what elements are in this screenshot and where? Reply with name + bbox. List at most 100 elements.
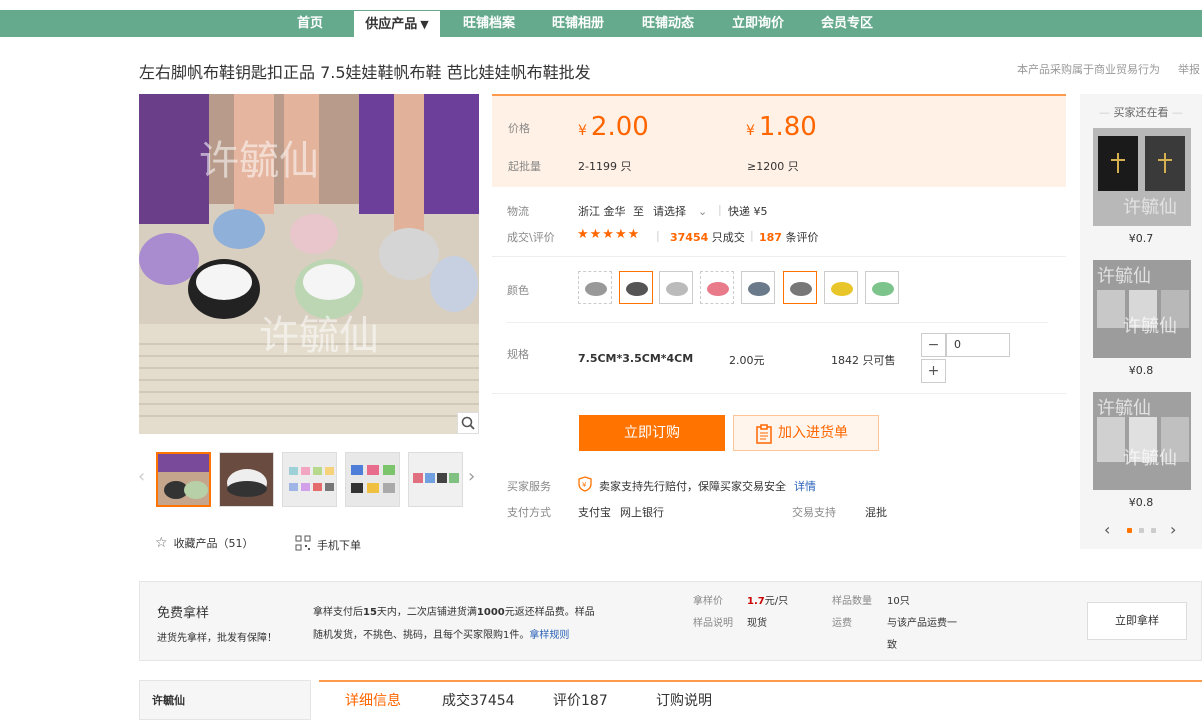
trade-support-value: 混批 — [865, 506, 887, 519]
recommend-sidebar: — 买家还在看 — 许毓仙 ¥0.7 许毓仙 许毓仙 ¥0.8 许毓仙 许毓仙 ¥0… — [1080, 94, 1202, 549]
sidebar-prev-icon[interactable]: ‹ — [1104, 520, 1110, 539]
logistics-to: 至 — [633, 205, 644, 218]
spec-price: 2.00元 — [729, 354, 765, 367]
recommend-item-1-price[interactable]: ¥0.7 — [1080, 232, 1202, 245]
divider — [492, 393, 1066, 394]
recommend-item-2-price[interactable]: ¥0.8 — [1080, 364, 1202, 377]
color-option-1[interactable] — [578, 271, 612, 304]
qr-code-icon — [295, 535, 311, 554]
nav-shop-profile[interactable]: 旺铺档案 — [452, 10, 526, 37]
sample-rules-link[interactable]: 拿样规则 — [529, 630, 569, 641]
thumb-prev-icon[interactable]: ‹ — [138, 466, 145, 487]
recommend-item-1-image[interactable]: 许毓仙 — [1093, 128, 1191, 226]
tab-reviews[interactable]: 评价187 — [553, 690, 608, 710]
color-option-5[interactable] — [741, 271, 775, 304]
sample-desc-15: 15 — [363, 607, 377, 618]
sample-title: 免费拿样 — [157, 606, 210, 621]
trade-support-label: 交易支持 — [792, 506, 836, 519]
mobile-order-label: 手机下单 — [317, 538, 361, 552]
thumbnail-2[interactable] — [219, 452, 274, 507]
deals-count-suffix: 只成交 — [711, 231, 745, 244]
sample-ship-value-2: 致 — [887, 640, 897, 651]
report-link[interactable]: 举报 — [1178, 61, 1200, 77]
sidebar-next-icon[interactable]: › — [1170, 520, 1176, 539]
sample-qty-value: 10只 — [887, 596, 910, 607]
quantity-input[interactable]: 0 — [946, 333, 1010, 357]
color-option-3[interactable] — [659, 271, 693, 304]
color-option-2[interactable] — [619, 271, 653, 304]
tier1-price: ¥2.00 — [578, 112, 649, 142]
sidebar-watermark-2a: 许毓仙 — [1097, 266, 1151, 287]
zoom-icon[interactable] — [457, 412, 479, 434]
free-sample-section — [139, 581, 1202, 661]
tab-details[interactable]: 详细信息 — [345, 690, 401, 710]
separator: | — [750, 229, 754, 242]
quantity-increase-button[interactable]: + — [921, 359, 946, 383]
spec-size: 7.5CM*3.5CM*4CM — [578, 352, 694, 365]
tier2-price-value: 1.80 — [758, 112, 817, 142]
nav-members[interactable]: 会员专区 — [810, 10, 884, 37]
spec-stock: 1842 只可售 — [831, 354, 896, 367]
thumbnail-1[interactable] — [156, 452, 211, 507]
divider — [507, 322, 1048, 323]
add-to-cart-button[interactable]: 加入进货单 — [733, 415, 879, 451]
tab-deals[interactable]: 成交37454 — [442, 690, 515, 710]
sample-ship-label: 运费 — [832, 618, 852, 629]
payment-alipay: 支付宝 — [578, 506, 611, 519]
separator: | — [718, 203, 722, 216]
recommend-item-2-image[interactable]: 许毓仙 许毓仙 — [1093, 260, 1191, 358]
nav-inquiry[interactable]: 立即询价 — [721, 10, 795, 37]
shop-name[interactable]: 许毓仙 — [152, 692, 185, 708]
deals-count-value: 37454 — [670, 231, 709, 244]
watermark-top: 许毓仙 — [199, 138, 319, 184]
payment-bank: 网上银行 — [620, 506, 664, 519]
favorite-product[interactable]: ☆ 收藏产品（51） — [155, 535, 254, 551]
carousel-dot-2[interactable] — [1139, 528, 1144, 533]
thumbnail-5[interactable] — [408, 452, 463, 507]
color-option-7[interactable] — [824, 271, 858, 304]
color-option-4[interactable] — [700, 271, 734, 304]
service-details-link[interactable]: 详情 — [794, 478, 816, 494]
get-sample-button[interactable]: 立即拿样 — [1087, 602, 1187, 640]
svg-text:¥: ¥ — [582, 481, 587, 489]
service-label: 买家服务 — [507, 480, 551, 493]
tier2-price: ¥1.80 — [746, 112, 817, 142]
buy-now-button[interactable]: 立即订购 — [579, 415, 725, 451]
chevron-down-icon: ⌄ — [698, 205, 708, 218]
recommend-item-3-image[interactable]: 许毓仙 许毓仙 — [1093, 392, 1191, 490]
nav-products[interactable]: 供应产品 ▼ — [354, 11, 440, 38]
sample-price-unit: 元/只 — [764, 596, 789, 607]
sample-price: 1.7元/只 — [747, 592, 788, 607]
thumbnail-3[interactable] — [282, 452, 337, 507]
nav-products-label: 供应产品 — [365, 17, 418, 32]
sample-desc-1c: 元返还样品费。样品 — [504, 607, 595, 618]
chevron-down-icon: ▼ — [420, 18, 429, 31]
price-label: 价格 — [508, 122, 530, 135]
payment-label: 支付方式 — [507, 506, 551, 519]
nav-news[interactable]: 旺铺动态 — [631, 10, 705, 37]
quantity-decrease-button[interactable]: − — [921, 333, 946, 357]
thumb-next-icon[interactable]: › — [468, 466, 475, 487]
top-nav: 首页 供应产品 ▼ 旺铺档案 旺铺相册 旺铺动态 立即询价 会员专区 — [0, 10, 1202, 38]
reviews-count[interactable]: 187 条评价 — [759, 229, 818, 245]
rating-stars: ★★★★★ — [577, 227, 641, 242]
sample-desc-1b: 天内，二次店铺进货满 — [376, 607, 477, 618]
nav-home[interactable]: 首页 — [282, 10, 338, 37]
deals-count[interactable]: 37454 只成交 — [670, 229, 745, 245]
color-option-8[interactable] — [865, 271, 899, 304]
tier2-currency: ¥ — [746, 123, 755, 139]
nav-album[interactable]: 旺铺相册 — [541, 10, 615, 37]
favorite-label: 收藏产品（51） — [173, 537, 254, 550]
color-option-6[interactable] — [783, 271, 817, 304]
spec-label: 规格 — [507, 348, 529, 361]
recommend-item-3-price[interactable]: ¥0.8 — [1080, 496, 1202, 509]
sample-ship-value-1: 与该产品运费一 — [887, 618, 957, 629]
carousel-dot-1[interactable] — [1127, 528, 1132, 533]
carousel-dot-3[interactable] — [1151, 528, 1156, 533]
thumbnail-4[interactable] — [345, 452, 400, 507]
main-product-image[interactable]: 许毓仙 许毓仙 — [139, 94, 479, 434]
destination-select[interactable]: 请选择 ⌄ — [653, 203, 707, 219]
tab-order-notes[interactable]: 订购说明 — [656, 690, 712, 710]
tier1-range: 2-1199 只 — [578, 160, 632, 173]
mobile-order[interactable]: 手机下单 — [295, 535, 361, 554]
